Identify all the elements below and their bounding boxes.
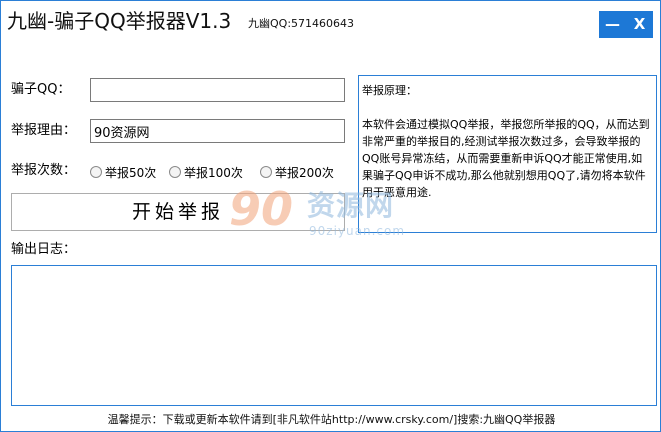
window-title: 九幽-骗子QQ举报器V1.3 — [7, 9, 232, 33]
scammer-qq-input[interactable] — [90, 78, 345, 102]
app-window: 九幽-骗子QQ举报器V1.3 九幽QQ:571460643 — X 骗子QQ： … — [0, 0, 661, 432]
footer-tip: 温馨提示：下载或更新本软件请到[非凡软件站http://www.crsky.co… — [107, 413, 556, 426]
reason-label: 举报理由： — [11, 123, 77, 138]
log-label: 输出日志： — [11, 242, 77, 257]
scammer-qq-label: 骗子QQ： — [11, 82, 71, 97]
reason-input[interactable] — [90, 119, 345, 143]
close-button[interactable]: X — [626, 11, 653, 38]
radio-200-times[interactable]: 举报200次 — [260, 164, 334, 180]
radio-label: 举报50次 — [105, 165, 157, 180]
radio-100-times[interactable]: 举报100次 — [169, 164, 243, 180]
info-heading: 举报原理： — [362, 84, 417, 97]
minimize-button[interactable]: — — [599, 11, 626, 38]
info-body: 本软件会通过模拟QQ举报，举报您所举报的QQ，从而达到非常严重的举报目的,经测试… — [362, 118, 650, 199]
radio-circle-icon[interactable] — [169, 166, 181, 178]
output-log-area[interactable] — [11, 265, 657, 406]
radio-circle-icon[interactable] — [90, 166, 102, 178]
radio-circle-icon[interactable] — [260, 166, 272, 178]
window-subtitle: 九幽QQ:571460643 — [248, 17, 355, 30]
radio-50-times[interactable]: 举报50次 — [90, 164, 156, 180]
count-label: 举报次数： — [11, 163, 77, 178]
start-report-button[interactable]: 开始举报 — [11, 193, 345, 231]
radio-label: 举报200次 — [275, 165, 334, 180]
info-panel: 举报原理： 本软件会通过模拟QQ举报，举报您所举报的QQ，从而达到非常严重的举报… — [358, 75, 657, 233]
radio-label: 举报100次 — [184, 165, 243, 180]
